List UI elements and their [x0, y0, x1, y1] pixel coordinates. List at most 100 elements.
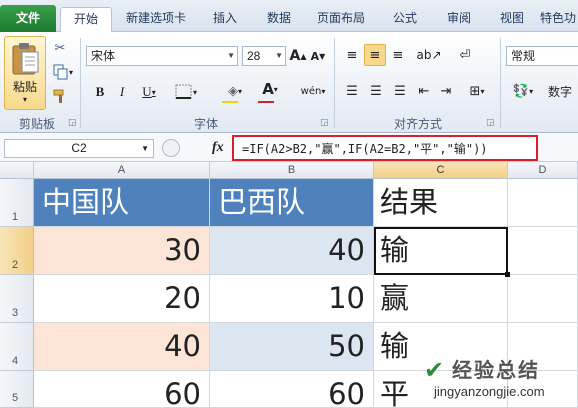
- select-all-corner[interactable]: [0, 162, 34, 179]
- watermark: ✔ 经验总结 jingyanzongjie.com: [424, 354, 578, 408]
- wrap-text-icon: ⏎: [459, 47, 471, 63]
- align-left-icon: ☰: [346, 83, 358, 99]
- cell-b3[interactable]: 10: [210, 275, 374, 323]
- grow-font-label: A: [289, 48, 301, 64]
- align-right-button[interactable]: ☰: [390, 80, 410, 102]
- tab-formulas[interactable]: 公式: [380, 7, 430, 32]
- grow-font-button[interactable]: A ▲: [289, 46, 307, 66]
- cell-a1[interactable]: 中国队: [34, 179, 210, 227]
- tab-home[interactable]: 开始: [60, 7, 112, 33]
- wrap-text-button[interactable]: ⏎: [454, 44, 476, 66]
- align-left-button[interactable]: ☰: [342, 80, 362, 102]
- cut-button[interactable]: ✂: [50, 38, 70, 58]
- column-header-a[interactable]: A: [34, 162, 210, 179]
- name-box-value: C2: [71, 141, 87, 155]
- row-number: 5: [12, 392, 19, 404]
- dialog-launcher-icon[interactable]: ◲: [68, 118, 77, 128]
- align-top-button[interactable]: ≡: [342, 44, 362, 66]
- row-header-4[interactable]: 4: [0, 323, 34, 371]
- tab-special[interactable]: 特色功: [540, 7, 578, 32]
- ribbon: 粘贴 ▾ ✂ ▾ 剪贴板 ◲ 宋体 ▼ 28 ▼ A▲ A▼ B I U▾: [0, 32, 578, 133]
- chevron-down-icon: ▼: [227, 51, 235, 60]
- italic-label: I: [119, 84, 125, 99]
- tab-review[interactable]: 审阅: [434, 7, 484, 32]
- cell-b5[interactable]: 60: [210, 371, 374, 408]
- row-number: 4: [12, 355, 19, 367]
- cell-a4[interactable]: 40: [34, 323, 210, 371]
- italic-button[interactable]: I: [114, 82, 130, 102]
- tab-new-tab[interactable]: 新建选项卡: [116, 7, 196, 32]
- font-name-select[interactable]: 宋体 ▼: [86, 46, 238, 66]
- phonetic-button[interactable]: wén ▾: [298, 80, 328, 102]
- cell-d2[interactable]: [508, 227, 578, 275]
- align-bottom-button[interactable]: ≡: [388, 44, 408, 66]
- formula-input[interactable]: =IF(A2>B2,"赢",IF(A2=B2,"平","输")): [242, 140, 488, 157]
- cell-c3[interactable]: 赢: [374, 275, 508, 323]
- tab-view[interactable]: 视图: [488, 7, 536, 32]
- watermark-text: 经验总结: [452, 358, 540, 382]
- outdent-icon: ⇤: [418, 83, 430, 99]
- fill-color-swatch: [222, 101, 238, 103]
- cell-a3[interactable]: 20: [34, 275, 210, 323]
- bold-button[interactable]: B: [92, 82, 108, 102]
- copy-icon: [53, 64, 68, 80]
- fill-handle[interactable]: [505, 272, 510, 277]
- number-button[interactable]: 数字: [542, 80, 578, 102]
- accounting-format-button[interactable]: 💱 ▾: [508, 80, 538, 102]
- chevron-down-icon: ▼: [275, 51, 283, 60]
- row-header-3[interactable]: 3: [0, 275, 34, 323]
- fill-color-button[interactable]: ◈ ▾: [220, 80, 250, 102]
- column-header-c[interactable]: C: [374, 162, 508, 179]
- dialog-launcher-icon[interactable]: ◲: [486, 118, 495, 128]
- column-header-b[interactable]: B: [210, 162, 374, 179]
- tab-page-layout[interactable]: 页面布局: [308, 7, 374, 32]
- font-color-button[interactable]: A ▾: [256, 78, 284, 100]
- copy-button[interactable]: ▾: [50, 62, 76, 82]
- cell-d1[interactable]: [508, 179, 578, 227]
- underline-label: U: [142, 84, 152, 99]
- formula-input-highlight[interactable]: =IF(A2>B2,"赢",IF(A2=B2,"平","输")): [232, 135, 538, 161]
- cell-c1[interactable]: 结果: [374, 179, 508, 227]
- tab-file[interactable]: 文件: [0, 5, 56, 32]
- tab-data[interactable]: 数据: [254, 7, 304, 32]
- increase-indent-button[interactable]: ⇥: [436, 80, 456, 102]
- cell-a2[interactable]: 30: [34, 227, 210, 275]
- row-header-1[interactable]: 1: [0, 179, 34, 227]
- scissors-icon: ✂: [54, 40, 66, 56]
- row-header-5[interactable]: 5: [0, 371, 34, 408]
- row-header-2[interactable]: 2: [0, 227, 34, 275]
- insert-function-button[interactable]: fx: [212, 140, 224, 156]
- orientation-icon: ab↗: [416, 48, 442, 62]
- cell-c2[interactable]: 输: [374, 227, 508, 275]
- currency-icon: 💱: [512, 83, 530, 99]
- paste-button[interactable]: 粘贴 ▾: [4, 36, 46, 110]
- font-color-label: A: [262, 80, 274, 98]
- font-size-select[interactable]: 28 ▼: [242, 46, 286, 66]
- align-middle-button[interactable]: ≡: [364, 44, 386, 66]
- align-center-button[interactable]: ☰: [366, 80, 386, 102]
- cell-b4[interactable]: 50: [210, 323, 374, 371]
- tab-insert[interactable]: 插入: [200, 7, 250, 32]
- formula-bar: C2 ▼ fx =IF(A2>B2,"赢",IF(A2=B2,"平","输")): [0, 134, 578, 162]
- orientation-button[interactable]: ab↗: [414, 44, 444, 66]
- cell-b2[interactable]: 40: [210, 227, 374, 275]
- font-name-value: 宋体: [91, 49, 116, 63]
- formula-bar-expand-handle[interactable]: [162, 139, 180, 157]
- decrease-indent-button[interactable]: ⇤: [414, 80, 434, 102]
- shrink-font-button[interactable]: A ▼: [310, 46, 326, 66]
- font-size-value: 28: [247, 49, 261, 63]
- merge-center-button[interactable]: ⊞ ▾: [460, 80, 494, 102]
- chevron-down-icon: ▾: [22, 95, 27, 104]
- shrink-font-label: A: [310, 49, 320, 63]
- dialog-launcher-icon[interactable]: ◲: [320, 118, 329, 128]
- cell-d3[interactable]: [508, 275, 578, 323]
- column-header-d[interactable]: D: [508, 162, 578, 179]
- number-format-select[interactable]: 常规: [506, 46, 578, 66]
- borders-button[interactable]: ▾: [166, 82, 206, 102]
- name-box[interactable]: C2 ▼: [4, 139, 154, 158]
- cell-a5[interactable]: 60: [34, 371, 210, 408]
- align-center-icon: ☰: [370, 83, 382, 99]
- underline-button[interactable]: U ▾: [136, 82, 162, 102]
- cell-b1[interactable]: 巴西队: [210, 179, 374, 227]
- format-painter-button[interactable]: [50, 86, 70, 106]
